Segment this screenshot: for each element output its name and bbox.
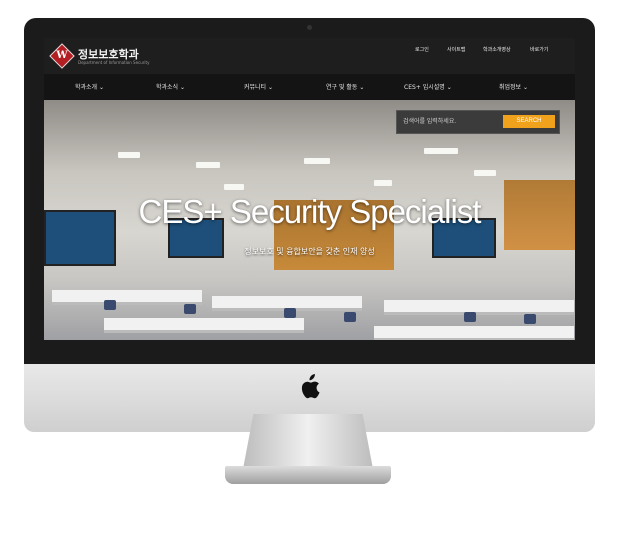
classroom-chair [184, 304, 196, 314]
util-link-shortcut[interactable]: 바로가기 [530, 46, 548, 53]
classroom-chair [464, 312, 476, 322]
site-header: W 정보보호학과 Department of Information Secur… [44, 38, 575, 74]
hero-headline: CES+ Security Specialist [138, 193, 482, 230]
site-subtitle: Department of Information Security [78, 60, 150, 65]
nav-item-about[interactable]: 학과소개 ⌄ [75, 82, 104, 91]
search-button[interactable]: SEARCH [503, 115, 555, 128]
monitor-stand [243, 414, 373, 469]
ceiling-light [224, 184, 244, 190]
classroom-chair [344, 312, 356, 322]
nav-item-career[interactable]: 취업정보 ⌄ [499, 82, 528, 91]
search-bar: SEARCH [396, 110, 560, 134]
logo-letter[interactable]: W [54, 48, 70, 64]
classroom-desk [374, 326, 574, 340]
ceiling-light [118, 152, 140, 158]
search-input[interactable] [403, 115, 499, 128]
classroom-desk [104, 318, 304, 333]
util-link-video[interactable]: 학과소개영상 [483, 46, 511, 53]
classroom-desk [384, 300, 574, 315]
util-link-login[interactable]: 로그인 [415, 46, 429, 53]
nav-item-admission[interactable]: CES+ 입시설명 ⌄ [404, 82, 452, 91]
nav-item-community[interactable]: 커뮤니티 ⌄ [244, 82, 273, 91]
classroom-chair [284, 308, 296, 318]
ceiling-light [374, 180, 392, 186]
ceiling-light [474, 170, 496, 176]
nav-item-news[interactable]: 학과소식 ⌄ [156, 82, 185, 91]
camera-icon [307, 25, 312, 30]
classroom-desk [52, 290, 202, 305]
classroom-chair [104, 300, 116, 310]
util-link-sitemap[interactable]: 사이트맵 [447, 46, 465, 53]
main-nav: 학과소개 ⌄ 학과소식 ⌄ 커뮤니티 ⌄ 연구 및 활동 ⌄ CES+ 입시설명… [44, 74, 575, 100]
ceiling-light [304, 158, 330, 164]
nav-item-research[interactable]: 연구 및 활동 ⌄ [326, 82, 364, 91]
classroom-chair [524, 314, 536, 324]
hero-subheadline: 정보보호 및 융합보안을 갖춘 인재 양성 [244, 247, 375, 256]
monitor-foot [225, 466, 391, 484]
apple-icon [298, 374, 320, 400]
ceiling-light [196, 162, 220, 168]
ceiling-light [424, 148, 458, 154]
website-screen: W 정보보호학과 Department of Information Secur… [44, 38, 575, 340]
hero-banner: SEARCH CES+ Security Specialist 정보보호 및 융… [44, 100, 575, 340]
